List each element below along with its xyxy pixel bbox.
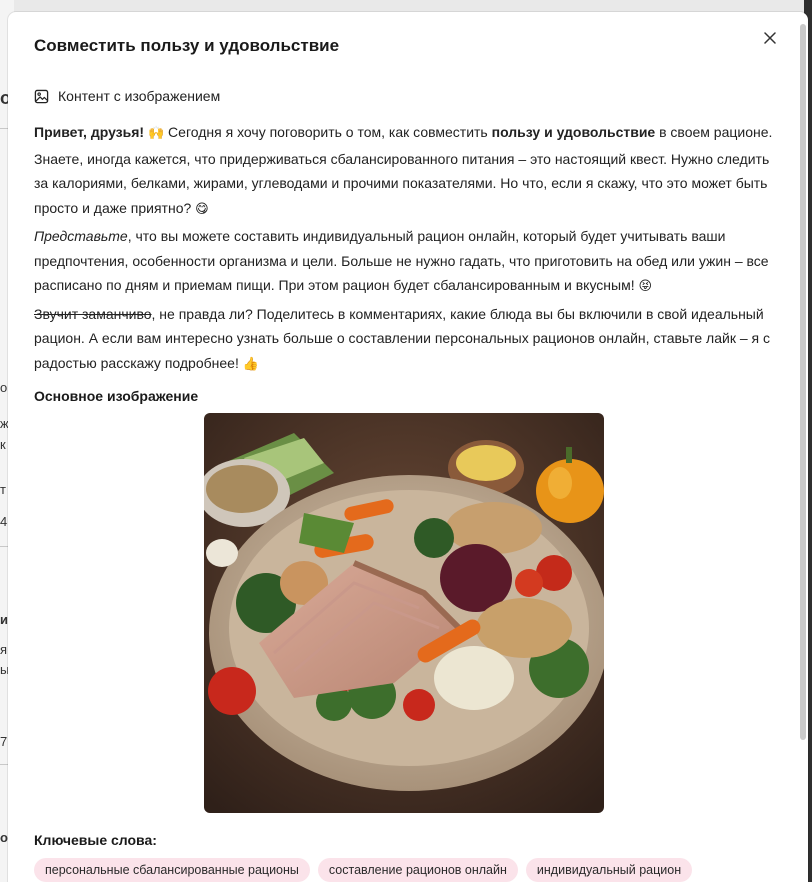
keywords-label: Ключевые слова: xyxy=(34,832,157,848)
keyword-tag[interactable]: индивидуальный рацион xyxy=(525,858,693,882)
background-text-fragment: 4 xyxy=(0,514,8,529)
background-text-fragment: о xyxy=(0,380,8,395)
keyword-tag[interactable]: персональные сбалансированные рационы xyxy=(34,858,310,882)
main-image-label: Основное изображение xyxy=(34,388,199,404)
post-highlight: пользу и удовольствие xyxy=(491,124,656,140)
close-button[interactable] xyxy=(758,26,782,50)
post-text: Привет, друзья! 🙌 Сегодня я хочу поговор… xyxy=(34,120,774,379)
yum-emoji-icon: 😋 xyxy=(195,201,209,217)
background-text-fragment: о xyxy=(0,830,8,845)
post-paragraph: Представьте, что вы можете составить инд… xyxy=(34,224,774,300)
background-text-fragment: к xyxy=(0,437,6,452)
post-text-segment: Сегодня я хочу поговорить о том, как сов… xyxy=(164,124,492,140)
post-italic-word: Представьте xyxy=(34,228,128,244)
post-strikethrough: Звучит заманчиво xyxy=(34,305,152,322)
thumbs-up-emoji-icon: 👍 xyxy=(242,356,259,372)
background-text-fragment: т xyxy=(0,482,6,497)
background-text-fragment: я xyxy=(0,642,8,657)
raised-hands-emoji-icon: 🙌 xyxy=(147,126,165,141)
keyword-tag[interactable]: составление рационов онлайн xyxy=(317,858,518,882)
tongue-emoji-icon: 😝 xyxy=(638,279,653,294)
food-plate-illustration xyxy=(204,413,604,813)
post-text-segment: , что вы можете составить индивидуальный… xyxy=(34,228,769,293)
content-type-indicator: Контент с изображением xyxy=(34,88,220,104)
post-paragraph: Звучит заманчиво, не правда ли? Поделите… xyxy=(34,302,774,378)
post-greeting: Привет, друзья! xyxy=(34,124,145,140)
background-text-fragment: и xyxy=(0,612,8,627)
background-text-fragment: 7 xyxy=(0,734,8,749)
modal-title: Совместить пользу и удовольствие xyxy=(34,36,340,55)
scrollbar[interactable] xyxy=(800,24,806,740)
close-icon xyxy=(764,32,776,44)
image-icon xyxy=(34,89,49,103)
keyword-tags: персональные сбалансированные рационы со… xyxy=(34,858,693,882)
content-type-label: Контент с изображением xyxy=(58,88,221,104)
main-image xyxy=(204,413,604,813)
post-paragraph: Привет, друзья! 🙌 Сегодня я хочу поговор… xyxy=(34,120,774,222)
post-preview-modal: Совместить пользу и удовольствие Контент… xyxy=(8,12,808,882)
